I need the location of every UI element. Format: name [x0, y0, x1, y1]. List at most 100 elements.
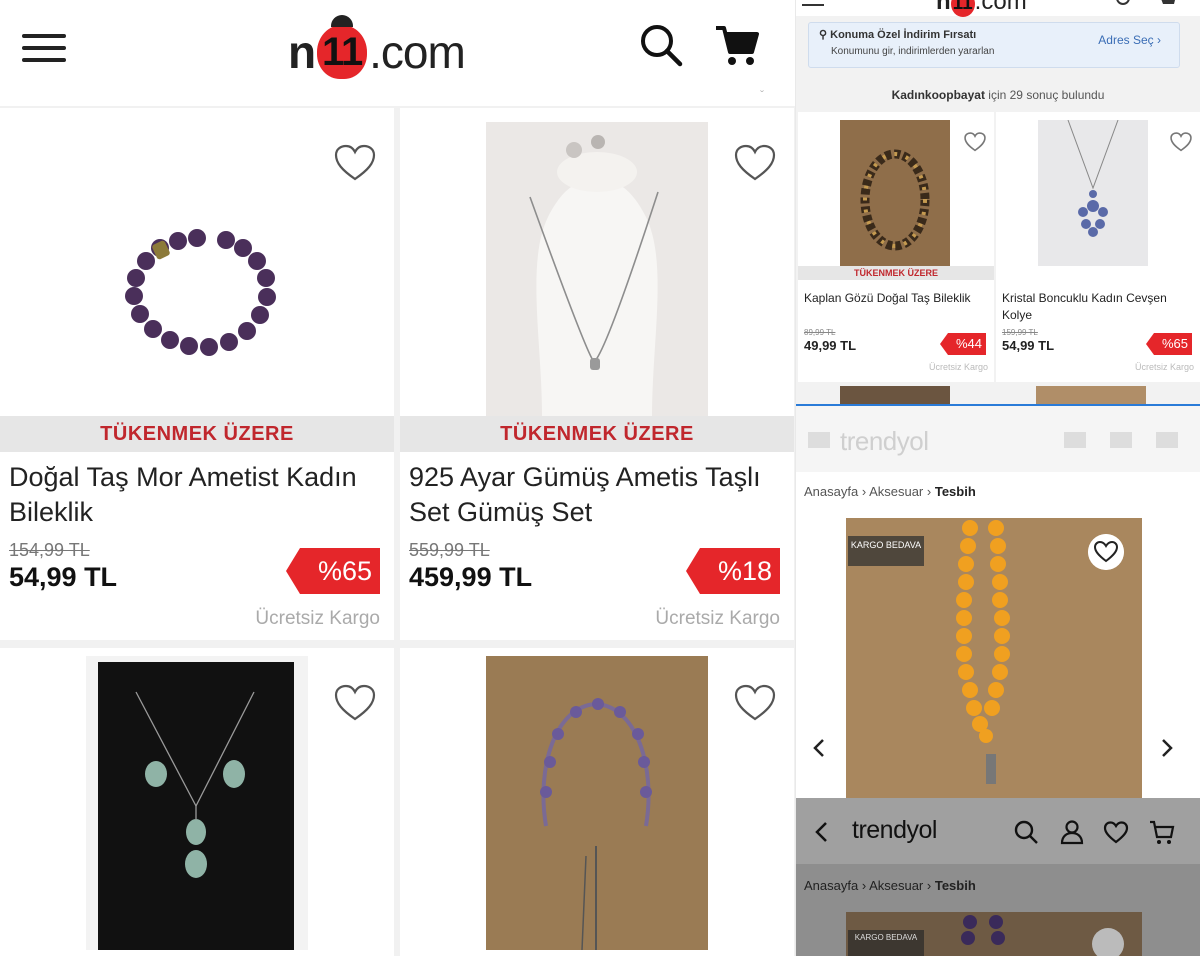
next-product-image-strip [1036, 386, 1146, 404]
product-image-stone-bracelet[interactable] [486, 656, 708, 950]
free-shipping-label: Ücretsiz Kargo [655, 608, 780, 629]
product-image-silver-necklace-set[interactable] [486, 122, 708, 416]
product-image-jade-necklace-set[interactable] [86, 656, 308, 950]
cart-icon[interactable] [1156, 432, 1178, 448]
free-shipping-label: Ücretsiz Kargo [928, 362, 988, 372]
logo-letter: n [288, 26, 316, 78]
trendyol-product-panel: trendyol Anasayfa › Aksesuar › Tesbih KA… [796, 404, 1200, 798]
search-query: Kadınkoopbayat [891, 88, 985, 102]
chevron-right-icon[interactable] [1154, 736, 1178, 760]
cart-icon[interactable] [712, 20, 762, 70]
ladybug-icon: 11 [950, 0, 975, 17]
discount-badge: %44 [940, 333, 986, 355]
product-title[interactable]: Doğal Taş Mor Ametist Kadın Bileklik [9, 460, 379, 530]
product-card[interactable] [0, 648, 394, 956]
search-icon[interactable] [1012, 818, 1040, 846]
favorite-heart-icon[interactable] [734, 684, 776, 722]
logo-suffix: .com [369, 26, 466, 78]
old-price: 154,99 TL [9, 540, 90, 560]
product-title[interactable]: Kristal Boncuklu Kadın Cevşen Kolye [1002, 290, 1178, 324]
price: 459,99 TL [409, 562, 533, 592]
price: 54,99 TL [9, 562, 118, 592]
favorites-icon[interactable] [1102, 818, 1130, 846]
location-title: ⚲ Konuma Özel İndirim Fırsatı [819, 29, 977, 41]
product-card[interactable]: TÜKENMEK ÜZERE 925 Ayar Gümüş Ametis Taş… [400, 108, 794, 640]
app-header: n 11 .com ˇ [0, 0, 795, 106]
menu-icon[interactable] [808, 432, 830, 448]
free-shipping-label: Ücretsiz Kargo [1134, 362, 1194, 372]
location-subtitle: Konumunu gir, indirimlerden yararlan [831, 46, 995, 57]
stock-warning-label: TÜKENMEK ÜZERE [400, 416, 794, 452]
breadcrumb-item[interactable]: Aksesuar [869, 484, 923, 499]
chevron-left-icon[interactable] [808, 736, 832, 760]
menu-icon[interactable] [22, 34, 66, 64]
result-count-text: için 29 sonuç bulundu [988, 88, 1105, 102]
product-card[interactable] [400, 648, 794, 956]
back-arrow-icon[interactable] [812, 820, 834, 844]
old-price: 159,99 TL [1002, 328, 1038, 337]
breadcrumb-item[interactable]: Anasayfa [804, 878, 858, 893]
favorite-heart-icon[interactable] [1088, 534, 1124, 570]
trendyol-logo[interactable]: trendyol [852, 816, 937, 845]
price: 54,99 TL [1002, 338, 1055, 353]
menu-icon[interactable] [802, 0, 824, 10]
n11-product-list-panel: n 11 .com ˇ TÜKENMEK ÜZERE Doğal Taş Mor… [0, 0, 795, 956]
n11-search-results-panel: n 11.com ⚲ Konuma Özel İndirim Fırsatı Ko… [796, 0, 1200, 404]
breadcrumb-separator: › [861, 484, 870, 499]
favorites-icon[interactable] [1110, 432, 1132, 448]
breadcrumb: Anasayfa › Aksesuar › Tesbih [804, 878, 976, 893]
next-product-image-strip [840, 386, 950, 404]
discount-badge: %18 [686, 548, 780, 594]
favorite-heart-icon[interactable] [334, 684, 376, 722]
product-card[interactable]: TÜKENMEK ÜZERE Kaplan Gözü Doğal Taş Bil… [798, 112, 994, 382]
breadcrumb-item[interactable]: Aksesuar [869, 878, 923, 893]
n11-logo[interactable]: n 11 .com [288, 15, 466, 82]
app-header-partial: n 11.com [796, 0, 1200, 17]
trendyol-logo[interactable]: trendyol [840, 426, 929, 457]
location-title-text: Konuma Özel İndirim Fırsatı [830, 29, 977, 41]
price: 49,99 TL [804, 338, 857, 353]
product-image-crystal-necklace[interactable] [1038, 120, 1148, 266]
search-result-count: Kadınkoopbayat için 29 sonuç bulundu [796, 88, 1200, 102]
trendyol-product-panel-dimmed: trendyol Anasayfa › Aksesuar › Tesbih KA… [796, 798, 1200, 956]
scroll-hint: ˇ [760, 88, 764, 102]
search-icon[interactable] [636, 20, 686, 70]
favorite-heart-icon[interactable] [334, 144, 376, 182]
location-discount-banner[interactable]: ⚲ Konuma Özel İndirim Fırsatı Konumunu g… [808, 22, 1180, 68]
breadcrumb-item[interactable]: Anasayfa [804, 484, 858, 499]
search-icon[interactable] [1114, 0, 1136, 8]
favorite-heart-icon[interactable] [1170, 132, 1192, 152]
favorite-heart-icon[interactable] [964, 132, 986, 152]
select-address-link[interactable]: Adres Seç › [1098, 33, 1161, 47]
breadcrumb-current: Tesbih [934, 878, 976, 893]
breadcrumb-current: Tesbih [934, 484, 976, 499]
breadcrumb: Anasayfa › Aksesuar › Tesbih [804, 484, 976, 499]
free-shipping-tag: KARGO BEDAVA [848, 930, 924, 956]
product-title[interactable]: 925 Ayar Gümüş Ametis Taşlı Set Gümüş Se… [409, 460, 779, 530]
search-icon[interactable] [1064, 432, 1086, 448]
breadcrumb-separator: › [861, 878, 870, 893]
old-price: 89,99 TL [804, 328, 836, 337]
product-image-amethyst-bracelet[interactable] [86, 118, 308, 412]
old-price: 559,99 TL [409, 540, 490, 560]
user-icon[interactable] [1058, 818, 1086, 846]
select-address-label: Adres Seç [1098, 33, 1154, 47]
cart-icon[interactable] [1148, 818, 1176, 846]
breadcrumb-separator: › [926, 878, 935, 893]
product-image-tiger-eye-bracelet[interactable] [840, 120, 950, 266]
discount-badge: %65 [286, 548, 380, 594]
free-shipping-tag: KARGO BEDAVA [848, 536, 924, 566]
free-shipping-label: Ücretsiz Kargo [255, 608, 380, 629]
breadcrumb-separator: › [926, 484, 935, 499]
logo-suffix: .com [974, 0, 1027, 15]
n11-logo[interactable]: n 11.com [936, 0, 1027, 17]
product-card[interactable]: TÜKENMEK ÜZERE Doğal Taş Mor Ametist Kad… [0, 108, 394, 640]
favorite-heart-icon[interactable] [734, 144, 776, 182]
stock-warning-label: TÜKENMEK ÜZERE [0, 416, 394, 452]
cart-icon[interactable] [1158, 0, 1180, 8]
discount-badge: %65 [1146, 333, 1192, 355]
product-title[interactable]: Kaplan Gözü Doğal Taş Bileklik [804, 290, 980, 307]
product-card[interactable]: Kristal Boncuklu Kadın Cevşen Kolye 159,… [996, 112, 1200, 382]
stock-warning-label: TÜKENMEK ÜZERE [798, 266, 994, 280]
ladybug-icon: 11 [317, 15, 368, 79]
